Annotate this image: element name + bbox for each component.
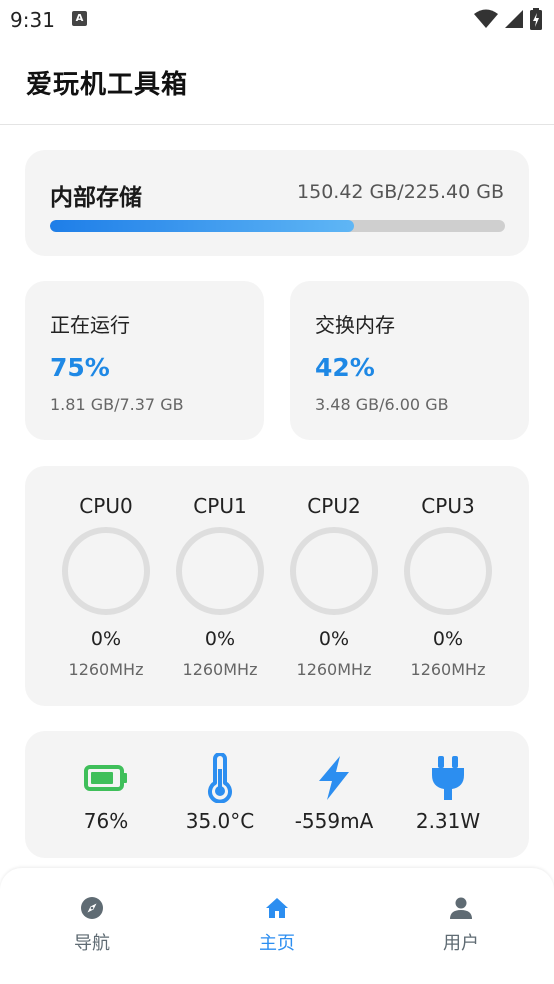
- nav-item-user[interactable]: 用户: [401, 896, 521, 956]
- wifi-icon: [474, 9, 498, 28]
- cpu-percent: 0%: [318, 628, 350, 650]
- cpu-percent: 0%: [204, 628, 236, 650]
- app-title: 爱玩机工具箱: [26, 70, 189, 100]
- cpu-frequency: 1260MHz: [182, 660, 258, 679]
- cpu-name: CPU3: [421, 494, 475, 518]
- nav-item-home[interactable]: 主页: [217, 896, 337, 956]
- power-stat: 2.31W: [391, 731, 505, 858]
- running-memory-card[interactable]: 正在运行 75% 1.81 GB/7.37 GB: [25, 281, 264, 440]
- person-icon: [450, 897, 472, 919]
- swap-memory-title: 交换内存: [315, 313, 395, 337]
- plug-icon: [432, 756, 464, 800]
- running-memory-detail: 1.81 GB/7.37 GB: [50, 395, 184, 414]
- cpu-item: CPU3 0% 1260MHz: [391, 466, 505, 706]
- cpu-percent: 0%: [90, 628, 122, 650]
- storage-value: 150.42 GB/225.40 GB: [297, 181, 504, 203]
- nav-label: 主页: [259, 933, 295, 954]
- cpu-card[interactable]: CPU0 0% 1260MHz CPU1 0% 1260MHz CPU2 0% …: [25, 466, 529, 706]
- cpu-name: CPU2: [307, 494, 361, 518]
- cpu-item: CPU1 0% 1260MHz: [163, 466, 277, 706]
- storage-progress-fill: [50, 220, 354, 232]
- battery-stats-card[interactable]: 76% 35.0°C -559mA 2.31W: [25, 731, 529, 858]
- cpu-usage-ring: [176, 527, 264, 615]
- swap-memory-detail: 3.48 GB/6.00 GB: [315, 395, 449, 414]
- cpu-item: CPU0 0% 1260MHz: [49, 466, 163, 706]
- battery-icon: [84, 765, 127, 791]
- power-value: 2.31W: [415, 809, 481, 833]
- cpu-percent: 0%: [432, 628, 464, 650]
- nav-label: 导航: [74, 933, 110, 954]
- signal-icon: [505, 10, 523, 28]
- cpu-frequency: 1260MHz: [68, 660, 144, 679]
- lightning-icon: [319, 756, 349, 800]
- bottom-navigation: 导航 主页 用户: [0, 868, 554, 984]
- current-stat: -559mA: [277, 731, 391, 858]
- storage-progress-bar: [50, 220, 505, 232]
- cpu-usage-ring: [62, 527, 150, 615]
- cpu-name: CPU0: [79, 494, 133, 518]
- storage-card[interactable]: 内部存储 150.42 GB/225.40 GB: [25, 150, 529, 256]
- status-time: 9:31: [10, 8, 55, 32]
- compass-icon: [81, 897, 103, 919]
- nav-label: 用户: [443, 933, 479, 954]
- battery-status-icon: [530, 8, 542, 30]
- thermometer-icon: [208, 753, 232, 803]
- battery-level-stat: 76%: [49, 731, 163, 858]
- swap-memory-card[interactable]: 交换内存 42% 3.48 GB/6.00 GB: [290, 281, 529, 440]
- cpu-frequency: 1260MHz: [410, 660, 486, 679]
- swap-memory-percent: 42%: [315, 353, 375, 382]
- cpu-item: CPU2 0% 1260MHz: [277, 466, 391, 706]
- running-memory-percent: 75%: [50, 353, 110, 382]
- temperature-stat: 35.0°C: [163, 731, 277, 858]
- storage-title: 内部存储: [50, 185, 142, 211]
- status-icons: [474, 8, 542, 30]
- cpu-usage-ring: [290, 527, 378, 615]
- running-memory-title: 正在运行: [50, 313, 130, 337]
- cpu-frequency: 1260MHz: [296, 660, 372, 679]
- nav-item-navigation[interactable]: 导航: [32, 896, 152, 956]
- cpu-usage-ring: [404, 527, 492, 615]
- cpu-name: CPU1: [193, 494, 247, 518]
- home-icon: [266, 898, 288, 918]
- app-bar: 爱玩机工具箱: [0, 38, 554, 125]
- a-letter-icon: A: [72, 11, 87, 26]
- status-bar: 9:31 A: [0, 0, 554, 38]
